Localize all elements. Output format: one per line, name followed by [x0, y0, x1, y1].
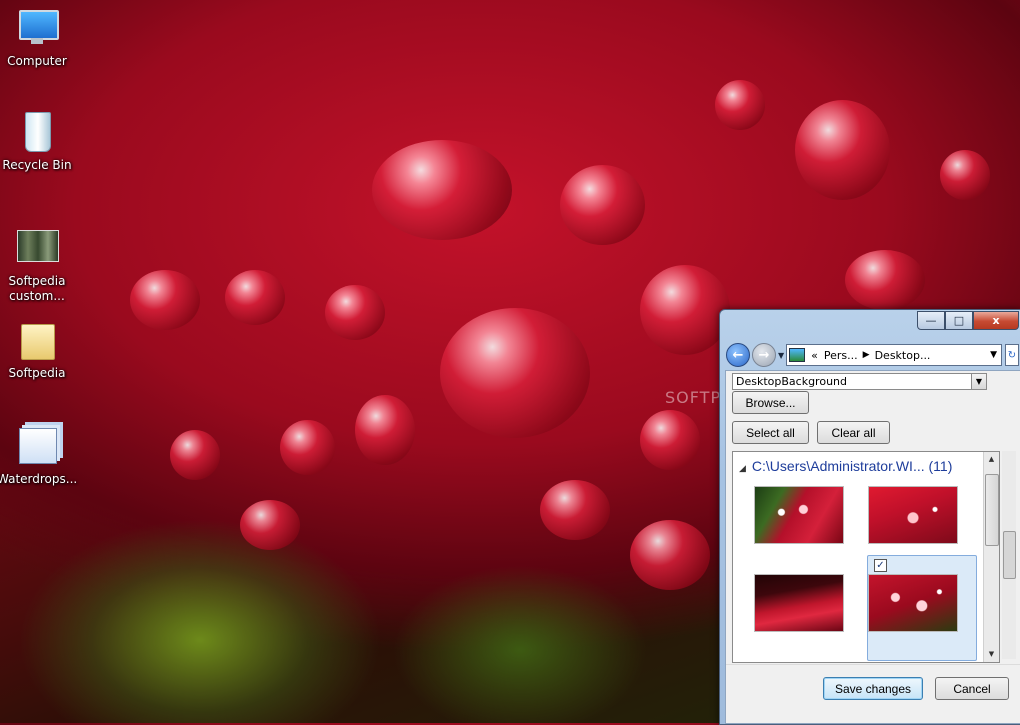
clear-all-button[interactable]: Clear all — [817, 421, 890, 444]
scroll-down-icon[interactable]: ▼ — [984, 647, 999, 662]
dialog-footer: Save changes Cancel — [726, 664, 1020, 723]
minimize-button[interactable]: — — [917, 311, 945, 330]
computer-icon — [15, 6, 59, 50]
picture-gallery: ◢ C:\Users\Administrator.WI... (11) ✓ ▲ ▼ — [732, 451, 1000, 663]
breadcrumb-desktop-background[interactable]: Desktop... — [875, 349, 931, 362]
select-all-button[interactable]: Select all — [732, 421, 809, 444]
caption-buttons: — □ x — [917, 311, 1019, 330]
desktop-icon-label: Recycle Bin — [2, 158, 72, 172]
breadcrumb-personalization[interactable]: Pers... — [824, 349, 858, 362]
scrollbar-thumb[interactable] — [1003, 531, 1016, 579]
wallpaper-thumbnail[interactable] — [754, 574, 844, 632]
desktop-icon-label: Softpedia custom... — [8, 274, 66, 303]
folder-icon — [15, 318, 59, 362]
wallpaper-thumbnail-selected[interactable] — [868, 574, 958, 632]
wallpaper-thumbnail[interactable] — [754, 486, 844, 544]
gallery-group-path: C:\Users\Administrator.WI... (11) — [751, 458, 953, 474]
save-changes-button[interactable]: Save changes — [823, 677, 923, 700]
gallery-scrollbar[interactable]: ▲ ▼ — [983, 452, 999, 662]
thumbnail-checkbox[interactable]: ✓ — [874, 559, 887, 572]
wallpaper-thumbnail[interactable] — [868, 486, 958, 544]
picture-location-combo[interactable]: DesktopBackground ▼ — [732, 373, 987, 390]
back-button[interactable]: ← — [726, 343, 750, 367]
desktop-icon-softpedia[interactable]: Softpedia — [0, 318, 77, 380]
picture-location-value: DesktopBackground — [736, 375, 847, 388]
address-bar[interactable]: « Pers... ▶ Desktop... ▼ — [786, 344, 1002, 366]
address-dropdown-icon[interactable]: ▼ — [986, 350, 1001, 360]
desktop-icon-computer[interactable]: Computer — [0, 6, 77, 68]
refresh-button[interactable]: ↻ — [1005, 344, 1019, 366]
desktop-icon-recycle-bin[interactable]: Recycle Bin — [0, 110, 77, 172]
chevron-down-icon[interactable]: ▼ — [971, 374, 986, 389]
cancel-button[interactable]: Cancel — [935, 677, 1009, 700]
browse-button[interactable]: Browse... — [732, 391, 809, 414]
window-scrollbar[interactable] — [1002, 451, 1016, 659]
desktop-icon-waterdrops[interactable]: Waterdrops... — [0, 424, 77, 486]
theme-file-icon — [15, 424, 59, 468]
recycle-bin-icon — [15, 110, 59, 154]
gallery-group-header[interactable]: ◢ C:\Users\Administrator.WI... (11) — [739, 458, 952, 474]
desktop-background-window: — □ x ← → ▼ « Pers... ▶ Desktop... ▼ ↻ D… — [719, 309, 1020, 725]
desktop-icon-label: Waterdrops... — [0, 472, 78, 486]
forward-button[interactable]: → — [752, 343, 776, 367]
desktop-icon-label: Softpedia — [8, 366, 66, 380]
maximize-button[interactable]: □ — [945, 311, 973, 330]
close-button[interactable]: x — [973, 311, 1019, 330]
recent-pages-dropdown-icon[interactable]: ▼ — [778, 351, 784, 360]
breadcrumb-separator-icon[interactable]: ▶ — [863, 350, 870, 360]
scrollbar-thumb[interactable] — [985, 474, 999, 546]
breadcrumb-overflow[interactable]: « — [811, 349, 818, 362]
desktop-icon-label: Computer — [7, 54, 67, 68]
control-panel-icon — [789, 348, 806, 362]
desktop-icon-softpedia-custom[interactable]: Softpedia custom... — [0, 226, 77, 304]
scroll-up-icon[interactable]: ▲ — [984, 452, 999, 467]
collapse-triangle-icon[interactable]: ◢ — [739, 463, 746, 473]
image-file-icon — [15, 226, 59, 270]
window-content: DesktopBackground ▼ Browse... Select all… — [725, 370, 1020, 724]
navigation-bar: ← → ▼ « Pers... ▶ Desktop... ▼ ↻ — [726, 342, 1019, 368]
